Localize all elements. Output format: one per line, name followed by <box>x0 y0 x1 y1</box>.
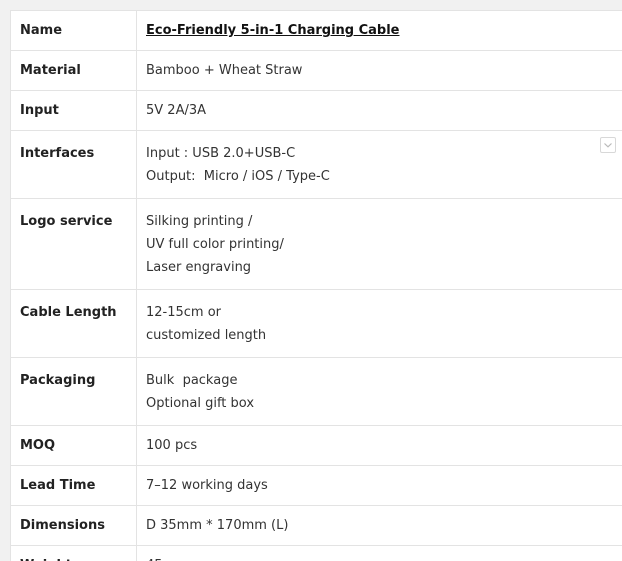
row-value-input: 5V 2A/3A <box>136 90 622 131</box>
value-line: Output: Micro / iOS / Type-C <box>146 169 330 184</box>
value-line: 5V 2A/3A <box>146 103 207 118</box>
table-row: Material Bamboo + Wheat Straw <box>10 50 622 91</box>
chevron-down-icon[interactable] <box>600 137 616 153</box>
table-row: Lead Time 7–12 working days <box>10 465 622 506</box>
row-value-lead-time: 7–12 working days <box>136 465 622 506</box>
row-value-name: Eco-Friendly 5-in-1 Charging Cable <box>136 10 622 51</box>
value-line: D 35mm * 170mm (L) <box>146 518 289 533</box>
row-label-input: Input <box>10 90 137 131</box>
value-line: Bamboo + Wheat Straw <box>146 63 303 78</box>
table-row: Input 5V 2A/3A <box>10 90 622 131</box>
table-row: Interfaces Input : USB 2.0+USB-C Output:… <box>10 130 622 199</box>
row-label-packaging: Packaging <box>10 357 137 426</box>
table-row: Weight 45g <box>10 545 622 561</box>
value-line: Optional gift box <box>146 396 255 411</box>
value-line: 100 pcs <box>146 438 198 453</box>
spec-table: Name Eco-Friendly 5-in-1 Charging Cable … <box>10 10 622 561</box>
row-label-lead-time: Lead Time <box>10 465 137 506</box>
value-line: 12-15cm or <box>146 305 222 320</box>
row-label-cable-length: Cable Length <box>10 289 137 358</box>
value-line: Laser engraving <box>146 260 252 275</box>
page: Name Eco-Friendly 5-in-1 Charging Cable … <box>0 0 622 561</box>
row-label-weight: Weight <box>10 545 137 561</box>
row-label-dimensions: Dimensions <box>10 505 137 546</box>
row-value-packaging: Bulk package Optional gift box <box>136 357 622 426</box>
table-row: Cable Length 12-15cm or customized lengt… <box>10 289 622 358</box>
row-value-moq: 100 pcs <box>136 425 622 466</box>
value-line: 7–12 working days <box>146 478 268 493</box>
row-value-interfaces: Input : USB 2.0+USB-C Output: Micro / iO… <box>136 130 622 199</box>
row-label-interfaces: Interfaces <box>10 130 137 199</box>
value-line: UV full color printing/ <box>146 237 284 252</box>
table-row: MOQ 100 pcs <box>10 425 622 466</box>
value-line: 45g <box>146 554 614 561</box>
row-value-material: Bamboo + Wheat Straw <box>136 50 622 91</box>
row-value-cable-length: 12-15cm or customized length <box>136 289 622 358</box>
value-line: Silking printing / <box>146 214 253 229</box>
value-line: Bulk package <box>146 373 238 388</box>
row-value-weight: 45g <box>136 545 622 561</box>
row-label-moq: MOQ <box>10 425 137 466</box>
row-label-material: Material <box>10 50 137 91</box>
spec-sheet: Name Eco-Friendly 5-in-1 Charging Cable … <box>10 10 622 561</box>
table-row: Packaging Bulk package Optional gift box <box>10 357 622 426</box>
value-line: customized length <box>146 328 267 343</box>
row-value-dimensions: D 35mm * 170mm (L) <box>136 505 622 546</box>
row-value-logo-service: Silking printing / UV full color printin… <box>136 198 622 290</box>
row-label-logo-service: Logo service <box>10 198 137 290</box>
value-line: Input : USB 2.0+USB-C <box>146 146 296 161</box>
table-row: Name Eco-Friendly 5-in-1 Charging Cable <box>10 10 622 51</box>
product-name: Eco-Friendly 5-in-1 Charging Cable <box>146 23 400 38</box>
row-label-name: Name <box>10 10 137 51</box>
table-row: Logo service Silking printing / UV full … <box>10 198 622 290</box>
table-row: Dimensions D 35mm * 170mm (L) <box>10 505 622 546</box>
